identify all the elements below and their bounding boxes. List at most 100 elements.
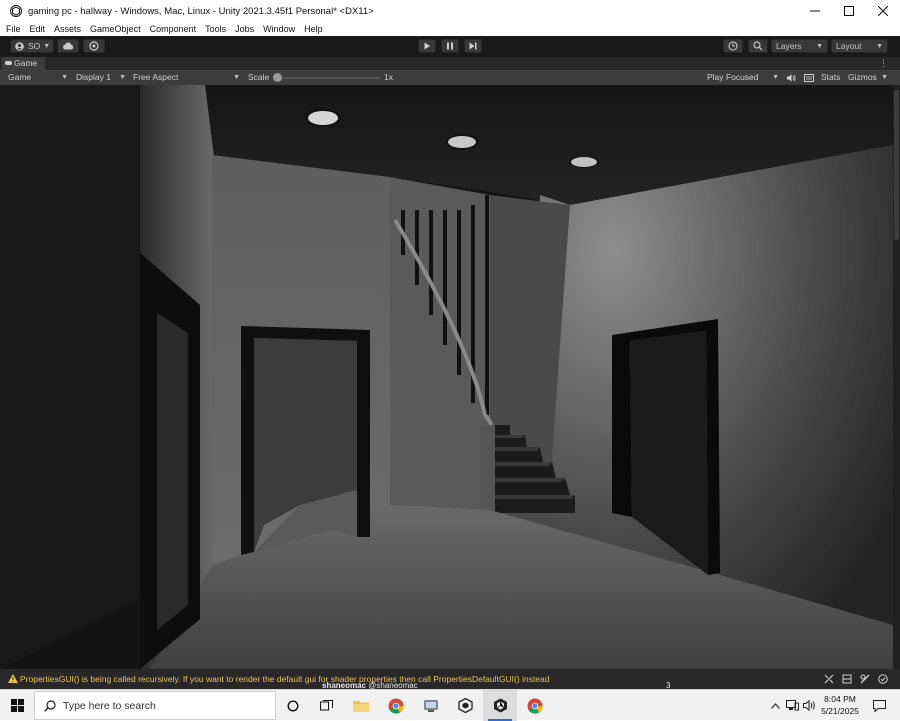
unity-editor-button[interactable] — [483, 690, 517, 721]
app-button[interactable] — [414, 690, 448, 721]
scale-label: Scale — [248, 72, 270, 82]
aspect-select-label: Free Aspect — [133, 72, 179, 82]
chrome-second-button[interactable] — [518, 690, 552, 721]
menu-edit[interactable]: Edit — [30, 24, 46, 34]
play-mode-select[interactable]: Play Focused ▼ — [707, 70, 779, 85]
menu-component[interactable]: Component — [150, 24, 197, 34]
game-controller-icon — [5, 61, 12, 65]
play-button[interactable] — [418, 39, 436, 53]
clock-date: 5/21/2025 — [821, 706, 859, 716]
taskbar-clock[interactable]: 8:04 PM 5/21/2025 — [816, 693, 864, 717]
pause-button[interactable] — [441, 39, 459, 53]
chevron-down-icon: ▼ — [233, 74, 240, 81]
maximize-button[interactable] — [832, 0, 866, 22]
unity-hub-button[interactable] — [448, 690, 482, 721]
scale-slider-thumb[interactable] — [273, 73, 282, 82]
menu-help[interactable]: Help — [304, 24, 323, 34]
windows-taskbar: Type here to search 8:04 PM 5/21/2025 — [0, 689, 900, 721]
layout-label: Layout — [836, 41, 862, 51]
cortana-icon — [287, 699, 299, 712]
pause-icon — [447, 42, 453, 50]
taskbar-search[interactable]: Type here to search — [34, 691, 276, 720]
notification-icon — [872, 699, 886, 712]
step-button[interactable] — [464, 39, 482, 53]
chevron-down-icon: ▼ — [61, 74, 68, 81]
diagnostics-icon[interactable] — [824, 674, 834, 684]
display-select[interactable]: Display 1 ▼ — [76, 70, 126, 85]
auto-generate-lighting-icon[interactable] — [842, 674, 852, 684]
step-icon — [469, 42, 477, 50]
account-dropdown[interactable]: SO ▼ — [10, 39, 54, 53]
chevron-down-icon: ▼ — [43, 42, 51, 50]
gizmos-dropdown[interactable]: Gizmos ▼ — [848, 70, 888, 85]
gizmos-label: Gizmos — [848, 72, 877, 82]
aspect-select[interactable]: Free Aspect ▼ — [133, 70, 240, 85]
account-label: SO — [28, 41, 41, 51]
keyboard-icon — [804, 74, 814, 82]
layers-dropdown[interactable]: Layers ▼ — [771, 39, 828, 53]
menu-gameobject[interactable]: GameObject — [90, 24, 141, 34]
chrome-button[interactable] — [379, 690, 413, 721]
unity-icon — [493, 698, 507, 713]
start-button[interactable] — [0, 690, 34, 721]
keyboard-shortcuts-toggle[interactable] — [804, 74, 814, 82]
layers-label: Layers — [776, 41, 802, 51]
chevron-up-icon — [770, 702, 780, 709]
tab-game[interactable]: Game — [2, 57, 46, 70]
hallway-scene — [0, 85, 900, 669]
notifications-button[interactable] — [868, 690, 890, 721]
close-button[interactable] — [866, 0, 900, 22]
minimize-button[interactable] — [798, 0, 832, 22]
volume-icon — [802, 700, 815, 711]
play-icon — [424, 42, 430, 50]
minimize-icon — [810, 10, 820, 12]
menu-bar: File Edit Assets GameObject Component To… — [0, 22, 900, 36]
cloud-button[interactable] — [57, 39, 79, 53]
search-button[interactable] — [748, 39, 768, 53]
view-select-label: Game — [8, 72, 32, 82]
chrome-icon — [527, 698, 543, 714]
game-viewport[interactable] — [0, 85, 900, 669]
layout-dropdown[interactable]: Layout ▼ — [831, 39, 888, 53]
task-view-button[interactable] — [309, 690, 343, 721]
menu-file[interactable]: File — [6, 24, 21, 34]
unity-hub-icon — [457, 698, 473, 713]
history-icon — [728, 41, 738, 51]
view-select[interactable]: Game ▼ — [8, 70, 68, 85]
menu-tools[interactable]: Tools — [205, 24, 226, 34]
collab-button[interactable] — [83, 39, 105, 53]
chevron-down-icon: ▼ — [881, 74, 888, 81]
window-titlebar: gaming pc - hallway - Windows, Mac, Linu… — [0, 0, 900, 22]
scale-slider-track[interactable] — [278, 77, 380, 79]
task-view-icon — [319, 700, 333, 711]
network-icon — [785, 700, 799, 711]
tab-game-label: Game — [14, 58, 38, 68]
history-button[interactable] — [723, 39, 743, 53]
game-view-controls: Game ▼ Display 1 ▼ Free Aspect ▼ Scale 1… — [0, 70, 900, 85]
menu-jobs[interactable]: Jobs — [235, 24, 254, 34]
network-button[interactable] — [784, 690, 800, 721]
menu-window[interactable]: Window — [263, 24, 295, 34]
account-icon — [15, 41, 24, 51]
check-circle-icon[interactable] — [878, 674, 888, 684]
chrome-icon — [388, 698, 404, 714]
file-explorer-button[interactable] — [344, 690, 378, 721]
viewport-scroll-thumb[interactable] — [894, 90, 899, 240]
unity-logo-icon — [10, 5, 22, 17]
chevron-down-icon: ▼ — [772, 74, 779, 81]
search-icon — [44, 700, 56, 712]
close-icon — [878, 6, 888, 16]
scale-value: 1x — [384, 72, 393, 82]
cloud-icon — [63, 42, 74, 50]
cortana-button[interactable] — [276, 690, 310, 721]
speaker-icon — [787, 74, 796, 82]
warning-icon — [8, 674, 18, 683]
more-options-icon[interactable]: ⋮ — [879, 58, 888, 68]
show-hidden-icons-button[interactable] — [768, 690, 782, 721]
stats-toggle[interactable]: Stats — [821, 70, 840, 85]
file-explorer-icon — [353, 701, 369, 712]
menu-assets[interactable]: Assets — [54, 24, 81, 34]
debug-mode-icon[interactable] — [860, 674, 870, 684]
mute-audio-toggle[interactable] — [787, 74, 796, 82]
volume-button[interactable] — [801, 690, 817, 721]
